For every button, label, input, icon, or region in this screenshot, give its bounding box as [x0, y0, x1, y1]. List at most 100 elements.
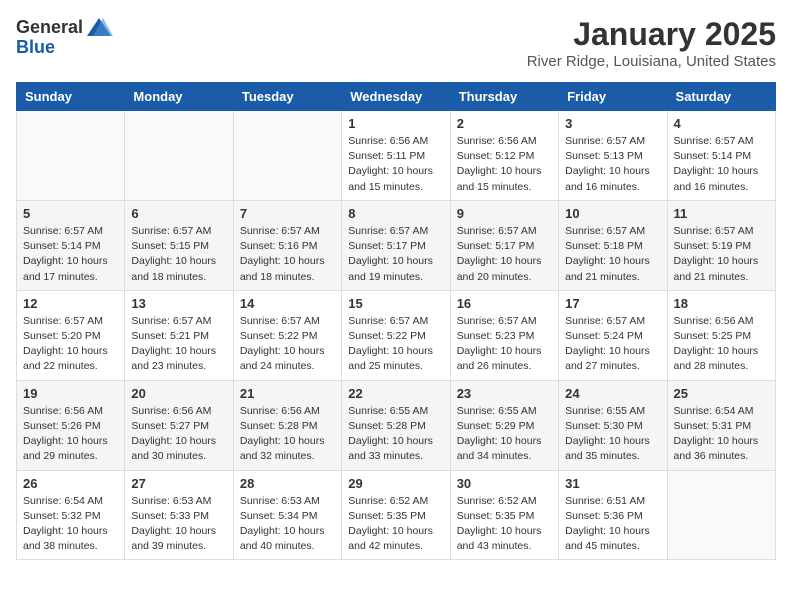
calendar-cell: 25 Sunrise: 6:54 AM Sunset: 5:31 PM Dayli…: [667, 380, 775, 470]
day-number: 29: [348, 476, 443, 491]
logo-icon: [85, 16, 113, 38]
day-number: 18: [674, 296, 769, 311]
weekday-header-row: SundayMondayTuesdayWednesdayThursdayFrid…: [17, 83, 776, 111]
day-info: Sunrise: 6:57 AM Sunset: 5:18 PM Dayligh…: [565, 224, 660, 285]
calendar-cell: 18 Sunrise: 6:56 AM Sunset: 5:25 PM Dayli…: [667, 290, 775, 380]
day-number: 23: [457, 386, 552, 401]
day-number: 11: [674, 206, 769, 221]
day-info: Sunrise: 6:57 AM Sunset: 5:21 PM Dayligh…: [131, 314, 226, 375]
calendar-cell: 5 Sunrise: 6:57 AM Sunset: 5:14 PM Daylig…: [17, 200, 125, 290]
day-info: Sunrise: 6:57 AM Sunset: 5:23 PM Dayligh…: [457, 314, 552, 375]
calendar-table: SundayMondayTuesdayWednesdayThursdayFrid…: [16, 82, 776, 560]
day-number: 3: [565, 116, 660, 131]
weekday-header-monday: Monday: [125, 83, 233, 111]
day-info: Sunrise: 6:57 AM Sunset: 5:14 PM Dayligh…: [674, 134, 769, 195]
calendar-cell: 1 Sunrise: 6:56 AM Sunset: 5:11 PM Daylig…: [342, 111, 450, 201]
calendar-cell: 24 Sunrise: 6:55 AM Sunset: 5:30 PM Dayli…: [559, 380, 667, 470]
day-number: 17: [565, 296, 660, 311]
day-info: Sunrise: 6:57 AM Sunset: 5:16 PM Dayligh…: [240, 224, 335, 285]
day-info: Sunrise: 6:57 AM Sunset: 5:24 PM Dayligh…: [565, 314, 660, 375]
day-info: Sunrise: 6:57 AM Sunset: 5:19 PM Dayligh…: [674, 224, 769, 285]
calendar-cell: 16 Sunrise: 6:57 AM Sunset: 5:23 PM Dayli…: [450, 290, 558, 380]
calendar-cell: 12Sunrise: 6:57 AM Sunset: 5:20 PM Dayli…: [17, 290, 125, 380]
day-info: Sunrise: 6:56 AM Sunset: 5:11 PM Dayligh…: [348, 134, 443, 195]
day-number: 5: [23, 206, 118, 221]
day-info: Sunrise: 6:53 AM Sunset: 5:34 PM Dayligh…: [240, 494, 335, 555]
calendar-cell: 9 Sunrise: 6:57 AM Sunset: 5:17 PM Daylig…: [450, 200, 558, 290]
calendar-cell: 26Sunrise: 6:54 AM Sunset: 5:32 PM Dayli…: [17, 470, 125, 560]
calendar-cell: 19 Sunrise: 6:56 AM Sunset: 5:26 PM Dayli…: [17, 380, 125, 470]
day-number: 13: [131, 296, 226, 311]
day-number: 15: [348, 296, 443, 311]
day-info: Sunrise: 6:56 AM Sunset: 5:26 PM Dayligh…: [23, 404, 118, 465]
day-number: 9: [457, 206, 552, 221]
day-info: Sunrise: 6:57 AM Sunset: 5:20 PM Dayligh…: [23, 314, 118, 375]
calendar-cell: 10Sunrise: 6:57 AM Sunset: 5:18 PM Dayli…: [559, 200, 667, 290]
day-info: Sunrise: 6:55 AM Sunset: 5:29 PM Dayligh…: [457, 404, 552, 465]
calendar-cell: 6 Sunrise: 6:57 AM Sunset: 5:15 PM Daylig…: [125, 200, 233, 290]
day-number: 1: [348, 116, 443, 131]
logo-blue: Blue: [16, 38, 113, 56]
calendar-cell: 17 Sunrise: 6:57 AM Sunset: 5:24 PM Dayli…: [559, 290, 667, 380]
weekday-header-wednesday: Wednesday: [342, 83, 450, 111]
calendar-cell: 8 Sunrise: 6:57 AM Sunset: 5:17 PM Daylig…: [342, 200, 450, 290]
calendar-cell: 21 Sunrise: 6:56 AM Sunset: 5:28 PM Dayli…: [233, 380, 341, 470]
calendar-cell: 28 Sunrise: 6:53 AM Sunset: 5:34 PM Dayli…: [233, 470, 341, 560]
day-number: 28: [240, 476, 335, 491]
day-number: 27: [131, 476, 226, 491]
weekday-header-thursday: Thursday: [450, 83, 558, 111]
calendar-week-row: 1 Sunrise: 6:56 AM Sunset: 5:11 PM Daylig…: [17, 111, 776, 201]
logo-general: General: [16, 18, 83, 36]
day-number: 14: [240, 296, 335, 311]
day-number: 25: [674, 386, 769, 401]
calendar-cell: 13 Sunrise: 6:57 AM Sunset: 5:21 PM Dayli…: [125, 290, 233, 380]
calendar-cell: [233, 111, 341, 201]
day-info: Sunrise: 6:57 AM Sunset: 5:17 PM Dayligh…: [457, 224, 552, 285]
day-info: Sunrise: 6:57 AM Sunset: 5:15 PM Dayligh…: [131, 224, 226, 285]
calendar-cell: 11 Sunrise: 6:57 AM Sunset: 5:19 PM Dayli…: [667, 200, 775, 290]
day-info: Sunrise: 6:56 AM Sunset: 5:12 PM Dayligh…: [457, 134, 552, 195]
weekday-header-sunday: Sunday: [17, 83, 125, 111]
day-info: Sunrise: 6:52 AM Sunset: 5:35 PM Dayligh…: [457, 494, 552, 555]
calendar-cell: 2Sunrise: 6:56 AM Sunset: 5:12 PM Daylig…: [450, 111, 558, 201]
calendar-cell: 15 Sunrise: 6:57 AM Sunset: 5:22 PM Dayli…: [342, 290, 450, 380]
day-info: Sunrise: 6:51 AM Sunset: 5:36 PM Dayligh…: [565, 494, 660, 555]
day-info: Sunrise: 6:57 AM Sunset: 5:13 PM Dayligh…: [565, 134, 660, 195]
day-number: 7: [240, 206, 335, 221]
day-info: Sunrise: 6:56 AM Sunset: 5:28 PM Dayligh…: [240, 404, 335, 465]
day-number: 8: [348, 206, 443, 221]
day-number: 4: [674, 116, 769, 131]
day-info: Sunrise: 6:56 AM Sunset: 5:25 PM Dayligh…: [674, 314, 769, 375]
day-info: Sunrise: 6:57 AM Sunset: 5:17 PM Dayligh…: [348, 224, 443, 285]
day-info: Sunrise: 6:54 AM Sunset: 5:32 PM Dayligh…: [23, 494, 118, 555]
day-info: Sunrise: 6:56 AM Sunset: 5:27 PM Dayligh…: [131, 404, 226, 465]
logo: General Blue: [16, 16, 113, 56]
day-info: Sunrise: 6:55 AM Sunset: 5:30 PM Dayligh…: [565, 404, 660, 465]
day-number: 16: [457, 296, 552, 311]
day-number: 20: [131, 386, 226, 401]
location-title: River Ridge, Louisiana, United States: [527, 53, 776, 70]
title-block: January 2025 River Ridge, Louisiana, Uni…: [527, 16, 776, 70]
day-info: Sunrise: 6:55 AM Sunset: 5:28 PM Dayligh…: [348, 404, 443, 465]
page-header: General Blue January 2025 River Ridge, L…: [16, 16, 776, 70]
calendar-cell: 31 Sunrise: 6:51 AM Sunset: 5:36 PM Dayli…: [559, 470, 667, 560]
calendar-cell: 14 Sunrise: 6:57 AM Sunset: 5:22 PM Dayli…: [233, 290, 341, 380]
day-number: 31: [565, 476, 660, 491]
calendar-week-row: 12Sunrise: 6:57 AM Sunset: 5:20 PM Dayli…: [17, 290, 776, 380]
day-info: Sunrise: 6:52 AM Sunset: 5:35 PM Dayligh…: [348, 494, 443, 555]
weekday-header-tuesday: Tuesday: [233, 83, 341, 111]
day-info: Sunrise: 6:53 AM Sunset: 5:33 PM Dayligh…: [131, 494, 226, 555]
weekday-header-saturday: Saturday: [667, 83, 775, 111]
day-number: 21: [240, 386, 335, 401]
day-info: Sunrise: 6:57 AM Sunset: 5:14 PM Dayligh…: [23, 224, 118, 285]
day-info: Sunrise: 6:57 AM Sunset: 5:22 PM Dayligh…: [348, 314, 443, 375]
day-info: Sunrise: 6:54 AM Sunset: 5:31 PM Dayligh…: [674, 404, 769, 465]
day-info: Sunrise: 6:57 AM Sunset: 5:22 PM Dayligh…: [240, 314, 335, 375]
calendar-cell: 22Sunrise: 6:55 AM Sunset: 5:28 PM Dayli…: [342, 380, 450, 470]
day-number: 6: [131, 206, 226, 221]
day-number: 19: [23, 386, 118, 401]
day-number: 30: [457, 476, 552, 491]
day-number: 24: [565, 386, 660, 401]
weekday-header-friday: Friday: [559, 83, 667, 111]
calendar-cell: 23 Sunrise: 6:55 AM Sunset: 5:29 PM Dayli…: [450, 380, 558, 470]
